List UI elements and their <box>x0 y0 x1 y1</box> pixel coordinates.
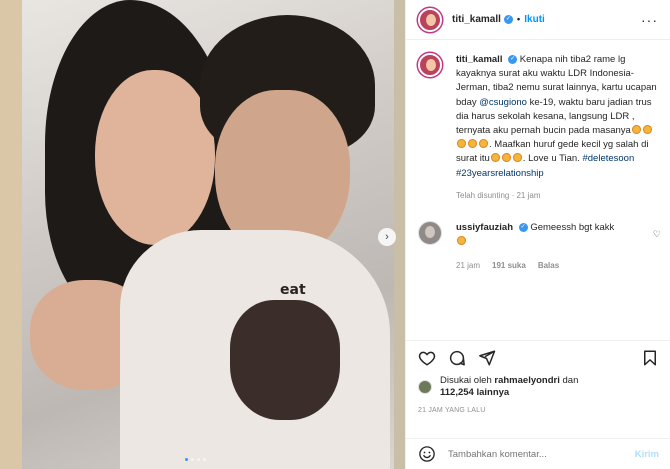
author-avatar[interactable] <box>418 7 442 32</box>
action-icons <box>418 341 659 375</box>
add-comment-input[interactable] <box>448 448 635 460</box>
share-icon[interactable] <box>478 349 496 367</box>
emoji-icon <box>512 153 522 163</box>
carousel-dot <box>191 458 194 461</box>
photo-shirt-graphic <box>230 300 340 420</box>
emoji-picker-icon[interactable] <box>418 445 436 463</box>
liker-username[interactable]: rahmaelyondri <box>494 375 559 386</box>
photo-woman-face <box>95 70 215 245</box>
carousel-dot-active <box>185 458 188 461</box>
caption-text-4: . Love u Tian. <box>522 153 580 165</box>
emoji-icon <box>501 153 511 163</box>
post-header: titi_kamall ✓ • Ikuti ··· <box>406 0 670 40</box>
caption-mention[interactable]: @csugiono <box>479 97 527 108</box>
caption-body: titi_kamall ✓ Kenapa nih tiba2 rame lg k… <box>456 53 659 203</box>
likes-summary: Disukai oleh rahmaelyondri dan 112,254 l… <box>418 375 659 399</box>
comment-item: ussiyfauziah ✓ Gemeessh bgt kakk ♡ <box>418 221 661 249</box>
bookmark-icon[interactable] <box>641 349 659 367</box>
comments-section: titi_kamall ✓ Kenapa nih tiba2 rame lg k… <box>406 41 670 366</box>
emoji-icon <box>642 125 652 135</box>
author-username[interactable]: titi_kamall <box>452 14 501 25</box>
likes-count[interactable]: 112,254 lainnya <box>440 387 509 398</box>
emoji-icon <box>479 139 488 149</box>
likes-conj: dan <box>562 375 579 386</box>
add-comment-bar: Kirim <box>406 438 670 469</box>
carousel-next-button[interactable]: › <box>378 228 396 246</box>
emoji-icon <box>468 139 477 149</box>
verified-badge-icon: ✓ <box>518 223 528 233</box>
post-photo[interactable]: eat › <box>0 0 405 469</box>
comment-body: ussiyfauziah ✓ Gemeessh bgt kakk <box>456 221 646 249</box>
emoji-icon <box>457 139 466 149</box>
carousel-dot <box>197 458 200 461</box>
carousel-dot <box>203 458 206 461</box>
post-timestamp[interactable]: 21 JAM YANG LALU <box>418 407 659 414</box>
photo-shirt-text: eat <box>280 282 306 298</box>
liker-avatar[interactable] <box>418 380 432 394</box>
header-separator: • <box>516 14 521 25</box>
comment-text: Gemeessh bgt kakk <box>530 222 615 234</box>
likes-prefix: Disukai oleh <box>440 375 492 386</box>
post-side-panel: titi_kamall ✓ • Ikuti ··· titi_kamall ✓ … <box>405 0 670 469</box>
comment-icon[interactable] <box>448 349 466 367</box>
comment-meta: 21 jam 191 suka Balas <box>456 261 659 270</box>
more-options-icon[interactable]: ··· <box>641 12 658 28</box>
carousel-dots <box>185 458 206 461</box>
caption-avatar[interactable] <box>418 53 442 77</box>
chevron-right-icon: › <box>385 231 389 243</box>
verified-badge-icon: ✓ <box>503 15 513 24</box>
caption-username[interactable]: titi_kamall <box>456 54 502 65</box>
likes-text: Disukai oleh rahmaelyondri dan 112,254 l… <box>440 375 578 399</box>
post-actions: Disukai oleh rahmaelyondri dan 112,254 l… <box>406 340 670 414</box>
post-comment-button[interactable]: Kirim <box>635 449 659 460</box>
emoji-icon <box>631 125 641 135</box>
caption-edited-time: Telah disunting · 21 jam <box>456 190 541 200</box>
comment-like-heart-icon[interactable]: ♡ <box>653 229 661 240</box>
hashtag-link[interactable]: #23yearsrelationship <box>456 168 544 179</box>
verified-badge-icon: ✓ <box>508 54 518 64</box>
emoji-icon <box>457 236 466 246</box>
heart-icon[interactable] <box>418 349 436 367</box>
reply-button[interactable]: Balas <box>538 261 559 270</box>
commenter-username[interactable]: ussiyfauziah <box>456 222 513 233</box>
emoji-icon <box>490 153 500 163</box>
follow-button[interactable]: Ikuti <box>524 14 545 25</box>
post-caption: titi_kamall ✓ Kenapa nih tiba2 rame lg k… <box>418 53 659 203</box>
hashtag-link[interactable]: #deletesoon <box>582 153 634 164</box>
comment-likes[interactable]: 191 suka <box>492 261 526 270</box>
commenter-avatar[interactable] <box>418 221 442 246</box>
comment-time: 21 jam <box>456 261 481 271</box>
